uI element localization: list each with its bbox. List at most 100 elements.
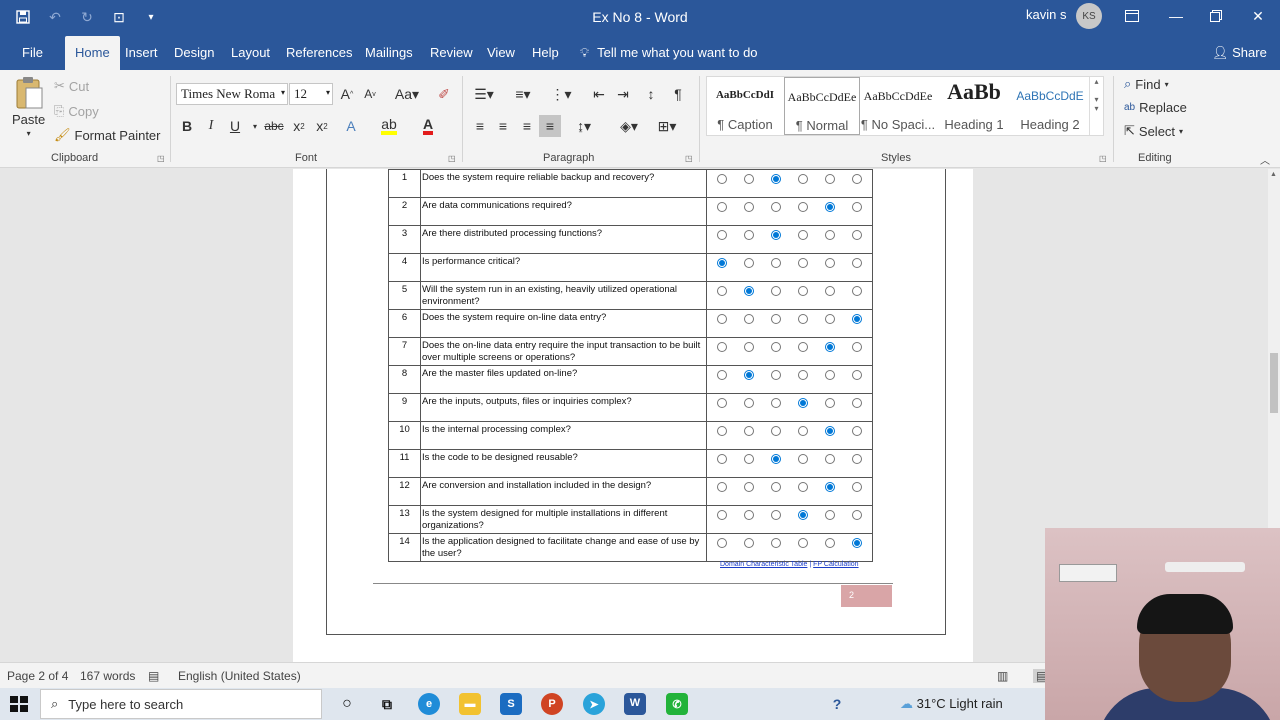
rating-radio-2[interactable] <box>771 314 782 324</box>
rating-radio-4[interactable] <box>824 454 835 464</box>
rating-radio-3[interactable] <box>797 342 808 352</box>
read-mode-icon[interactable]: ▥ <box>997 669 1008 683</box>
rating-radio-5[interactable] <box>851 454 862 464</box>
undo-icon[interactable]: ↶ <box>42 6 68 28</box>
rating-radio-3[interactable] <box>797 398 808 408</box>
rating-radio-0[interactable] <box>717 286 728 296</box>
rating-radio-4[interactable] <box>824 202 835 212</box>
format-painter-button[interactable]: 🖌︎ Format Painter <box>54 127 161 143</box>
rating-radio-1[interactable] <box>744 258 755 268</box>
styles-launcher-icon[interactable]: ◳ <box>1099 154 1107 163</box>
scroll-thumb[interactable] <box>1270 353 1278 413</box>
rating-radio-3[interactable] <box>797 538 808 548</box>
page-count[interactable]: Page 2 of 4 <box>7 669 68 683</box>
style-no-spacing[interactable]: AaBbCcDdEe ¶ No Spaci... <box>860 77 936 135</box>
rating-radio-3[interactable] <box>797 482 808 492</box>
tab-references[interactable]: References <box>276 36 362 70</box>
rating-radio-4[interactable] <box>824 370 835 380</box>
restore-icon[interactable] <box>1201 4 1231 28</box>
grow-font-icon[interactable]: A ^ <box>336 83 358 105</box>
fp-calculation-link[interactable]: FP Calculation <box>813 561 858 568</box>
collapse-ribbon-icon[interactable]: ︿ <box>1260 152 1270 167</box>
rating-radio-3[interactable] <box>797 370 808 380</box>
clear-formatting-icon[interactable]: ✐ <box>433 83 455 105</box>
tab-layout[interactable]: Layout <box>221 36 280 70</box>
rating-radio-5[interactable] <box>851 482 862 492</box>
rating-radio-5[interactable] <box>851 202 862 212</box>
rating-radio-0[interactable] <box>717 538 728 548</box>
align-left-icon[interactable]: ≡ <box>469 115 491 137</box>
sort-icon[interactable]: ↕ <box>640 83 662 105</box>
rating-radio-0[interactable] <box>717 202 728 212</box>
font-launcher-icon[interactable]: ◳ <box>448 154 456 163</box>
rating-radio-0[interactable] <box>717 426 728 436</box>
scroll-up-icon[interactable]: ▲ <box>1270 171 1277 178</box>
rating-radio-3[interactable] <box>797 314 808 324</box>
rating-radio-4[interactable] <box>824 286 835 296</box>
rating-radio-4[interactable] <box>824 426 835 436</box>
rating-radio-2[interactable] <box>771 286 782 296</box>
help-icon[interactable]: ? <box>826 693 848 715</box>
rating-radio-0[interactable] <box>717 454 728 464</box>
rating-radio-4[interactable] <box>824 342 835 352</box>
telegram-icon[interactable]: ➤ <box>583 693 605 715</box>
rating-radio-0[interactable] <box>717 482 728 492</box>
rating-radio-1[interactable] <box>744 286 755 296</box>
tell-me-box[interactable]: 💡︎ Tell me what you want to do <box>580 36 758 70</box>
rating-radio-2[interactable] <box>771 174 782 184</box>
rating-radio-5[interactable] <box>851 258 862 268</box>
rating-radio-3[interactable] <box>797 230 808 240</box>
copy-button[interactable]: ⎘ Copy <box>54 103 99 119</box>
rating-radio-5[interactable] <box>851 426 862 436</box>
rating-radio-1[interactable] <box>744 482 755 492</box>
paragraph-launcher-icon[interactable]: ◳ <box>685 154 693 163</box>
find-button[interactable]: ⌕ Find ▾ <box>1124 76 1169 92</box>
save-icon[interactable] <box>10 6 36 28</box>
font-color-icon[interactable]: A <box>417 115 439 137</box>
file-explorer-icon[interactable]: ▬ <box>459 693 481 715</box>
rating-radio-0[interactable] <box>717 258 728 268</box>
bold-icon[interactable]: B <box>176 115 198 137</box>
rating-radio-0[interactable] <box>717 230 728 240</box>
rating-radio-4[interactable] <box>824 538 835 548</box>
rating-radio-2[interactable] <box>771 398 782 408</box>
rating-radio-4[interactable] <box>824 314 835 324</box>
document-page[interactable]: 1 Does the system require reliable backup… <box>293 169 973 662</box>
rating-radio-5[interactable] <box>851 398 862 408</box>
rating-radio-1[interactable] <box>744 174 755 184</box>
close-icon[interactable]: ✕ <box>1243 4 1273 28</box>
rating-radio-1[interactable] <box>744 342 755 352</box>
rating-radio-4[interactable] <box>824 230 835 240</box>
rating-radio-5[interactable] <box>851 510 862 520</box>
rating-radio-3[interactable] <box>797 510 808 520</box>
rating-radio-1[interactable] <box>744 370 755 380</box>
rating-radio-2[interactable] <box>771 538 782 548</box>
rating-radio-3[interactable] <box>797 258 808 268</box>
avatar[interactable]: KS <box>1076 3 1102 29</box>
style-caption[interactable]: AaBbCcDdI ¶ Caption <box>707 77 783 135</box>
customize-qat-icon[interactable]: ▾ <box>138 6 164 28</box>
underline-icon[interactable]: U <box>224 115 246 137</box>
touch-mode-icon[interactable]: ⊡ <box>106 6 132 28</box>
tab-home[interactable]: Home <box>65 36 120 70</box>
word-icon[interactable]: W <box>624 693 646 715</box>
rating-radio-3[interactable] <box>797 426 808 436</box>
windows-start-icon[interactable] <box>8 694 30 714</box>
rating-radio-1[interactable] <box>744 426 755 436</box>
user-name[interactable]: kavin s <box>1026 7 1066 22</box>
rating-radio-3[interactable] <box>797 286 808 296</box>
multilevel-list-icon[interactable]: ⋮▾ <box>546 83 576 105</box>
tab-file[interactable]: File <box>12 36 53 70</box>
select-button[interactable]: ⇱ Select ▾ <box>1124 123 1183 139</box>
rating-radio-1[interactable] <box>744 510 755 520</box>
rating-radio-5[interactable] <box>851 174 862 184</box>
rating-radio-2[interactable] <box>771 510 782 520</box>
edge-icon[interactable]: e <box>418 693 440 715</box>
rating-radio-5[interactable] <box>851 538 862 548</box>
shading-icon[interactable]: ◈▾ <box>612 115 646 137</box>
justify-icon[interactable]: ≡ <box>539 115 561 137</box>
rating-radio-0[interactable] <box>717 314 728 324</box>
ribbon-display-options-icon[interactable] <box>1117 4 1147 28</box>
decrease-indent-icon[interactable]: ⇤ <box>588 83 610 105</box>
rating-radio-4[interactable] <box>824 482 835 492</box>
